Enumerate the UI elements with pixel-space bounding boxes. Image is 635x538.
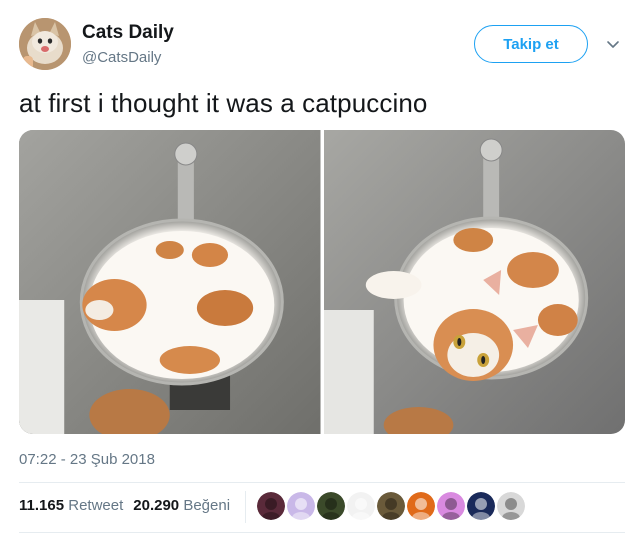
- user-handle[interactable]: @CatsDaily: [82, 49, 161, 66]
- divider: [19, 482, 625, 483]
- liker-avatar-6[interactable]: [407, 492, 435, 520]
- tweet-text: at first i thought it was a catpuccino: [19, 88, 428, 118]
- follow-button[interactable]: Takip et: [474, 25, 588, 63]
- liker-avatar-9[interactable]: [497, 492, 525, 520]
- liker-avatar-1[interactable]: [257, 492, 285, 520]
- retweet-label: Retweet: [68, 497, 124, 514]
- liker-avatar-2[interactable]: [287, 492, 315, 520]
- tweet-media: [19, 130, 625, 434]
- cat-in-sink-photo-2[interactable]: [323, 130, 625, 434]
- display-name[interactable]: Cats Daily: [82, 22, 174, 44]
- chevron-down-icon[interactable]: [605, 36, 621, 52]
- liker-avatar-8[interactable]: [467, 492, 495, 520]
- stats-separator: [245, 491, 246, 523]
- cat-avatar-icon[interactable]: [19, 18, 71, 70]
- cat-in-sink-photo-1[interactable]: [19, 130, 321, 434]
- like-label: Beğeni: [183, 497, 231, 514]
- tweet-stats: 11.165 Retweet 20.290 Beğeni: [19, 497, 230, 514]
- like-count: 20.290: [133, 497, 180, 514]
- retweet-stat[interactable]: 11.165 Retweet: [19, 497, 123, 514]
- liker-avatar-5[interactable]: [377, 492, 405, 520]
- liker-avatars: [257, 492, 525, 522]
- tweet-timestamp[interactable]: 07:22 - 23 Şub 2018: [19, 451, 155, 468]
- divider: [19, 532, 625, 533]
- liker-avatar-3[interactable]: [317, 492, 345, 520]
- like-stat[interactable]: 20.290 Beğeni: [133, 497, 230, 514]
- retweet-count: 11.165: [19, 497, 65, 514]
- tweet-card: Cats Daily @CatsDaily Takip et at first …: [0, 0, 635, 538]
- liker-avatar-4[interactable]: [347, 492, 375, 520]
- liker-avatar-7[interactable]: [437, 492, 465, 520]
